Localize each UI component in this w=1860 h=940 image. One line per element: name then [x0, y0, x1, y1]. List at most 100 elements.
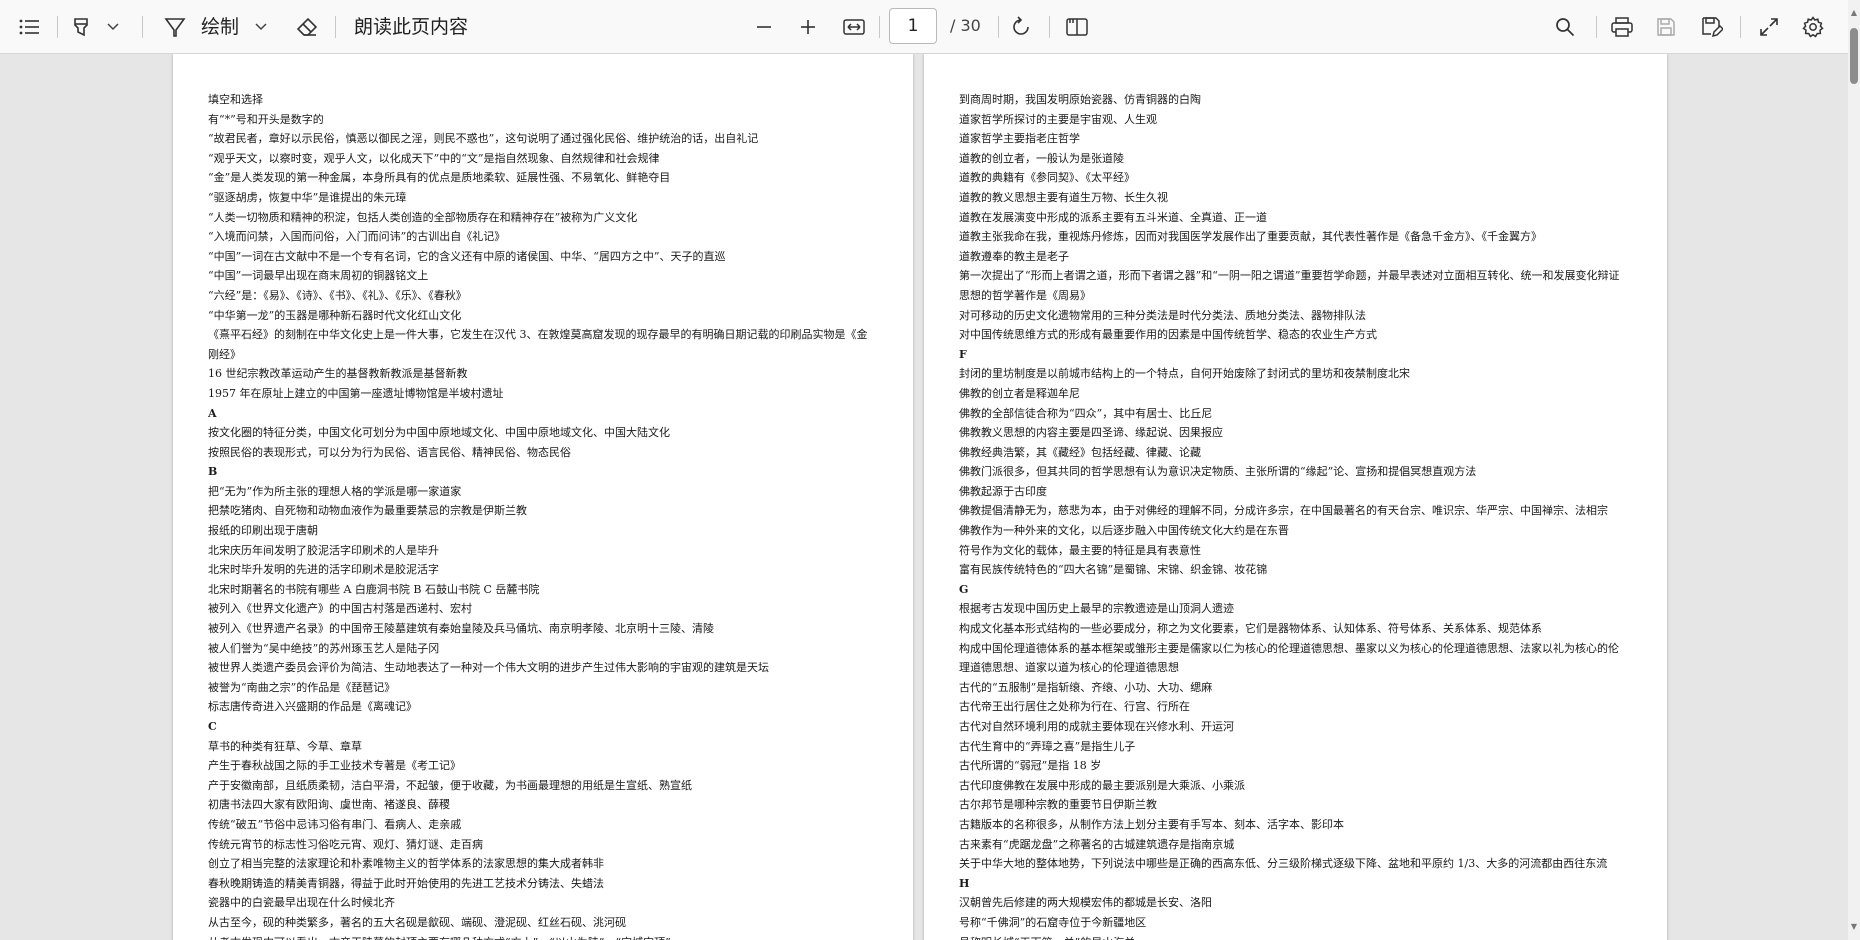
text-line: “中国”一词在古文献中不是一个专有名词，它的含义还有中原的诸侯国、中华、“居四方…	[208, 249, 726, 263]
text-line: “入境而问禁，入国而问俗，入门而问讳”的古训出自《礼记》	[208, 230, 506, 244]
toolbar-divider	[142, 16, 143, 38]
text-line: 填空和选择	[208, 93, 263, 106]
zoom-in-icon[interactable]	[792, 11, 824, 43]
text-line: 把“无为”作为所主张的理想人格的学派是哪一家道家	[208, 484, 462, 498]
text-line: 道教的教义思想主要有道生万物、长生久视	[959, 190, 1168, 204]
text-line: 标志唐传奇进入兴盛期的作品是《离魂记》	[208, 700, 417, 714]
text-line: 被人们誉为“吴中绝技”的苏州琢玉艺人是陆子冈	[208, 641, 440, 655]
text-line: 佛教起源于古印度	[959, 484, 1047, 498]
toolbar-divider	[57, 16, 58, 38]
text-line: “金”是人类发现的第一种金属，本身所具有的优点是质地柔软、延展性强、不易氧化、鲜…	[208, 171, 671, 185]
chevron-down-icon[interactable]	[101, 11, 125, 43]
text-line: 理道德思想、道家以道为核心的伦理道德思想	[959, 661, 1179, 675]
text-line: 佛教的创立者是释迦牟尼	[959, 386, 1080, 400]
eraser-icon[interactable]	[291, 11, 323, 43]
save-as-icon[interactable]	[1696, 11, 1728, 43]
highlight-icon[interactable]	[66, 11, 96, 43]
page-text-right: 到商周时期，我国发明原始瓷器、仿青铜器的白陶 道家哲学所探讨的主要是宇宙观、人生观…	[959, 90, 1647, 940]
pdf-page-left: 填空和选择 有“*”号和开头是数字的 “故君民者，章好以示民俗，慎恶以御民之淫，则民…	[173, 54, 913, 940]
text-line: 古代印度佛教在发展中形成的最主要派别是大乘派、小乘派	[959, 778, 1245, 792]
zoom-out-icon[interactable]	[748, 11, 780, 43]
text-line: 佛教经典浩繁，其《藏经》包括经藏、律藏、论藏	[959, 445, 1201, 459]
text-line: 报纸的印刷出现于唐朝	[208, 524, 318, 538]
text-line: “中华第一龙”的玉器是哪种新石器时代文化红山文化	[208, 308, 462, 322]
save-icon[interactable]	[1650, 11, 1682, 43]
text-line: 初唐书法四大家有欧阳询、虞世南、褚遂良、薛稷	[208, 798, 450, 812]
text-line: 从古至今，砚的种类繁多，著名的五大名砚是歙砚、端砚、澄泥砚、红丝石砚、洮河砚	[208, 915, 626, 929]
text-line: 关于中华大地的整体地势，下列说法中哪些是正确的西高东低、分三级阶梯式逐级下降、盆…	[959, 857, 1608, 871]
text-line: 佛教提倡清静无为，慈悲为本，由于对佛经的理解不同，分成许多宗，在中国最著名的有天…	[959, 504, 1608, 518]
toolbar-divider	[1049, 16, 1050, 38]
document-viewer[interactable]: 填空和选择 有“*”号和开头是数字的 “故君民者，章好以示民俗，慎恶以御民之淫，则民…	[0, 54, 1848, 940]
text-line: “六经”是：《易》、《诗》、《书》、《礼》、《乐》、《春秋》	[208, 288, 467, 302]
rotate-icon[interactable]	[1005, 11, 1037, 43]
page-view-icon[interactable]	[1061, 11, 1093, 43]
text-line: 道教主张我命在我，重视炼丹修炼，因而对我国医学发展作出了重要贡献，其代表性著作是…	[959, 230, 1542, 244]
page-number-input[interactable]: 1	[889, 8, 937, 44]
text-line: 16 世纪宗教改革运动产生的基督教新教派是基督新教	[208, 367, 468, 381]
text-line: 到商周时期，我国发明原始瓷器、仿青铜器的白陶	[959, 93, 1201, 106]
text-line: 对中国传统思维方式的形成有最重要作用的因素是中国传统哲学、稳态的农业生产方式	[959, 328, 1377, 342]
text-line: 道教的创立者，一般认为是张道陵	[959, 151, 1124, 165]
text-line: 道教的典籍有《参同契》、《太平经》	[959, 171, 1135, 185]
toolbar-divider	[335, 16, 336, 38]
text-line: 按文化圈的特征分类，中国文化可划分为中国中原地域文化、中国中原地域文化、中国大陆…	[208, 426, 670, 440]
fit-width-icon[interactable]	[838, 11, 870, 43]
text-line: B	[208, 465, 218, 479]
text-line: 刚经》	[208, 347, 241, 361]
text-line: 瓷器中的白瓷最早出现在什么时候北齐	[208, 896, 395, 910]
text-line: 根据考古发现中国历史上最早的宗教遗迹是山顶洞人遗迹	[959, 602, 1234, 616]
scroll-down-arrow-icon[interactable]: ▼	[1849, 922, 1859, 932]
text-line: 古代的“五服制”是指斩缞、齐缞、小功、大功、缌麻	[959, 680, 1213, 694]
toolbar-divider	[1740, 16, 1741, 38]
text-line: 北宋时期著名的书院有哪些 A 白鹿洞书院 B 石鼓山书院 C 岳麓书院	[208, 582, 540, 596]
text-line: 古来素有“虎踞龙盘”之称著名的古城建筑遗存是指南京城	[959, 837, 1235, 851]
text-line: 传统元宵节的标志性习俗吃元宵、观灯、猜灯谜、走百病	[208, 837, 483, 851]
scroll-thumb[interactable]	[1850, 28, 1858, 84]
text-line: 古代所谓的“弱冠”是指 18 岁	[959, 759, 1102, 773]
print-icon[interactable]	[1606, 11, 1638, 43]
text-line: 《熹平石经》的刻制在中华文化史上是一件大事，它发生在汉代 3、在敦煌莫高窟发现的…	[208, 328, 868, 342]
text-line: 汉朝曾先后修建的两大规模宏伟的都城是长安、洛阳	[959, 896, 1212, 910]
text-line: 被列入《世界遗产名录》的中国帝王陵墓建筑有秦始皇陵及兵马俑坑、南京明孝陵、北京明…	[208, 622, 714, 636]
text-line: 北宋庆历年间发明了胶泥活字印刷术的人是毕升	[208, 543, 439, 557]
text-line: 按照民俗的表现形式，可以分为行为民俗、语言民俗、精神民俗、物态民俗	[208, 445, 571, 459]
text-line: 传统“破五”节俗中忌讳习俗有串门、看病人、走亲戚	[208, 817, 462, 831]
text-line: 古尔邦节是哪种宗教的重要节日伊斯兰教	[959, 798, 1157, 812]
text-line: 古代对自然环境利用的成就主要体现在兴修水利、开运河	[959, 720, 1234, 733]
text-line: “中国”一词最早出现在商末周初的铜器铭文上	[208, 269, 429, 283]
text-line: 符号作为文化的载体，最主要的特征是具有表意性	[959, 543, 1201, 557]
toolbar-divider	[1596, 16, 1597, 38]
text-line: 有“*”号和开头是数字的	[208, 112, 324, 126]
text-line: 古代帝王出行居住之处称为行在、行宫、行所在	[959, 700, 1190, 714]
text-line: 佛教作为一种外来的文化，以后逐步融入中国传统文化大约是在东晋	[959, 524, 1289, 538]
text-line: 把禁吃猪肉、自死物和动物血液作为最重要禁忌的宗教是伊斯兰教	[208, 504, 527, 518]
text-line: 创立了相当完整的法家理论和朴素唯物主义的哲学体系的法家思想的集大成者韩非	[208, 857, 604, 871]
text-line: 道家哲学所探讨的主要是宇宙观、人生观	[959, 112, 1157, 126]
toolbar-divider	[998, 16, 999, 38]
page-total: / 30	[950, 16, 981, 35]
text-line: 古籍版本的名称很多，从制作方法上划分主要有手写本、刻本、活字本、影印本	[959, 817, 1344, 831]
text-line: 道教遵奉的教主是老子	[959, 249, 1069, 263]
settings-icon[interactable]	[1797, 11, 1829, 43]
text-line: 从考古发现中可以看出，古帝王陵墓的封顶主要有哪几种方式“方上”、“以山为陵”、“…	[208, 933, 893, 940]
contents-icon[interactable]	[14, 11, 44, 43]
text-line: 第一次提出了“形而上者谓之道，形而下者谓之器”和“一阴一阳之谓道”重要哲学命题，…	[959, 269, 1620, 283]
text-line: 道家哲学主要指老庄哲学	[959, 132, 1080, 146]
read-aloud-button[interactable]: 朗读此页内容	[354, 14, 468, 40]
text-line: H	[959, 876, 970, 890]
text-line: 思想的哲学著作是《周易》	[959, 288, 1091, 302]
text-line: 被誉为“南曲之宗”的作品是《琵琶记》	[208, 680, 396, 694]
text-line: 北宋时毕升发明的先进的活字印刷术是胶泥活字	[208, 563, 439, 577]
scroll-up-arrow-icon[interactable]: ▲	[1849, 8, 1859, 18]
fullscreen-icon[interactable]	[1753, 11, 1785, 43]
search-icon[interactable]	[1549, 11, 1581, 43]
text-line: A	[208, 406, 217, 420]
chevron-down-icon[interactable]	[249, 11, 273, 43]
pdf-toolbar: 绘制 朗读此页内容 1 / 30	[0, 0, 1860, 54]
text-line: 佛教门派很多，但其共同的哲学思想有认为意识决定物质、主张所谓的“缘起”论、宣扬和…	[959, 465, 1477, 479]
draw-icon[interactable]	[160, 11, 190, 43]
vertical-scrollbar[interactable]: ▲ ▼	[1848, 0, 1860, 940]
page-text-left: 填空和选择 有“*”号和开头是数字的 “故君民者，章好以示民俗，慎恶以御民之淫，则民…	[208, 90, 893, 940]
draw-label[interactable]: 绘制	[201, 14, 239, 40]
